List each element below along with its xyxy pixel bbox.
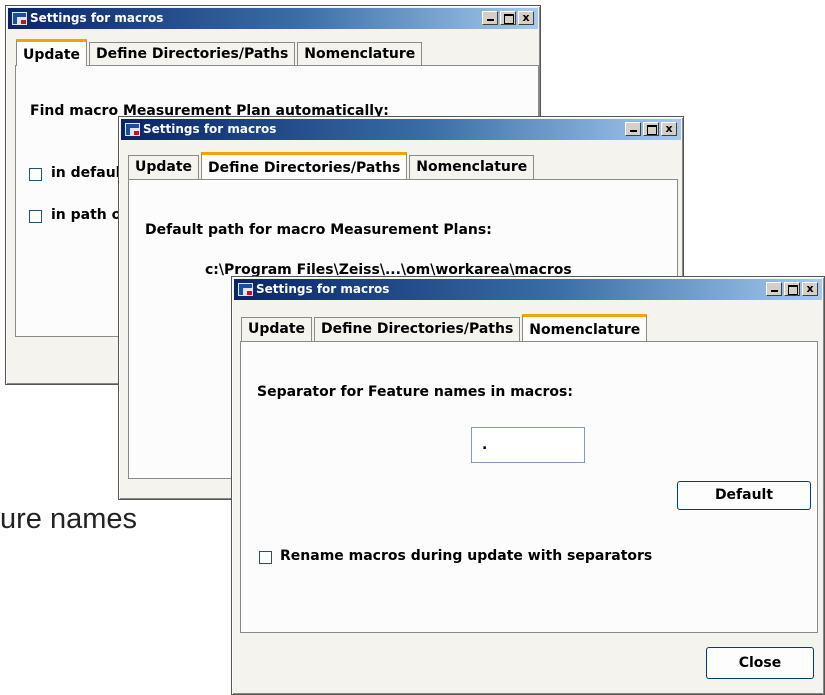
separator-label: Separator for Feature names in macros: bbox=[257, 384, 573, 400]
tab-update[interactable]: Update bbox=[16, 39, 88, 66]
tab-nomenclature[interactable]: Nomenclature bbox=[297, 42, 423, 66]
maximize-button[interactable] bbox=[500, 11, 516, 25]
app-logo-icon bbox=[125, 123, 140, 136]
tab-nomenclature[interactable]: Nomenclature bbox=[522, 314, 648, 341]
title-bar[interactable]: Settings for macros x bbox=[121, 119, 681, 140]
app-logo-icon bbox=[12, 12, 27, 25]
tab-update[interactable]: Update bbox=[241, 317, 313, 341]
tab-define-directories[interactable]: Define Directories/Paths bbox=[201, 152, 408, 179]
tab-strip: Update Define Directories/Paths Nomencla… bbox=[241, 314, 649, 341]
rename-macros-checkbox[interactable] bbox=[259, 551, 272, 564]
separator-input[interactable]: . bbox=[471, 427, 585, 463]
close-window-button[interactable]: x bbox=[661, 122, 677, 136]
window-title: Settings for macros bbox=[30, 11, 164, 25]
title-bar[interactable]: Settings for macros x bbox=[234, 279, 822, 300]
settings-window-nomenclature: Settings for macros x Update Define Dire… bbox=[231, 276, 825, 695]
close-window-button[interactable]: x bbox=[518, 11, 534, 25]
nomenclature-tab-panel: Separator for Feature names in macros: .… bbox=[240, 341, 818, 633]
minimize-button[interactable] bbox=[625, 122, 641, 136]
tab-strip: Update Define Directories/Paths Nomencla… bbox=[128, 152, 536, 179]
minimize-button[interactable] bbox=[766, 282, 782, 296]
tab-define-directories[interactable]: Define Directories/Paths bbox=[314, 317, 521, 341]
tab-nomenclature[interactable]: Nomenclature bbox=[409, 155, 535, 179]
rename-macros-label: Rename macros during update with separat… bbox=[280, 548, 653, 564]
default-path-heading: Default path for macro Measurement Plans… bbox=[145, 222, 492, 238]
minimize-button[interactable] bbox=[482, 11, 498, 25]
app-logo-icon bbox=[238, 283, 253, 296]
window-title: Settings for macros bbox=[256, 282, 390, 296]
tab-update[interactable]: Update bbox=[128, 155, 200, 179]
title-bar[interactable]: Settings for macros x bbox=[8, 8, 538, 29]
default-button[interactable]: Default bbox=[677, 481, 811, 510]
in-default-path-checkbox[interactable] bbox=[29, 168, 42, 181]
window-title: Settings for macros bbox=[143, 122, 277, 136]
tab-define-directories[interactable]: Define Directories/Paths bbox=[89, 42, 296, 66]
in-path-of-plan-checkbox[interactable] bbox=[29, 210, 42, 223]
close-window-button[interactable]: x bbox=[802, 282, 818, 296]
maximize-button[interactable] bbox=[784, 282, 800, 296]
tab-strip: Update Define Directories/Paths Nomencla… bbox=[16, 39, 424, 66]
close-button[interactable]: Close bbox=[706, 647, 814, 679]
background-caption: ure names bbox=[0, 503, 138, 535]
maximize-button[interactable] bbox=[643, 122, 659, 136]
